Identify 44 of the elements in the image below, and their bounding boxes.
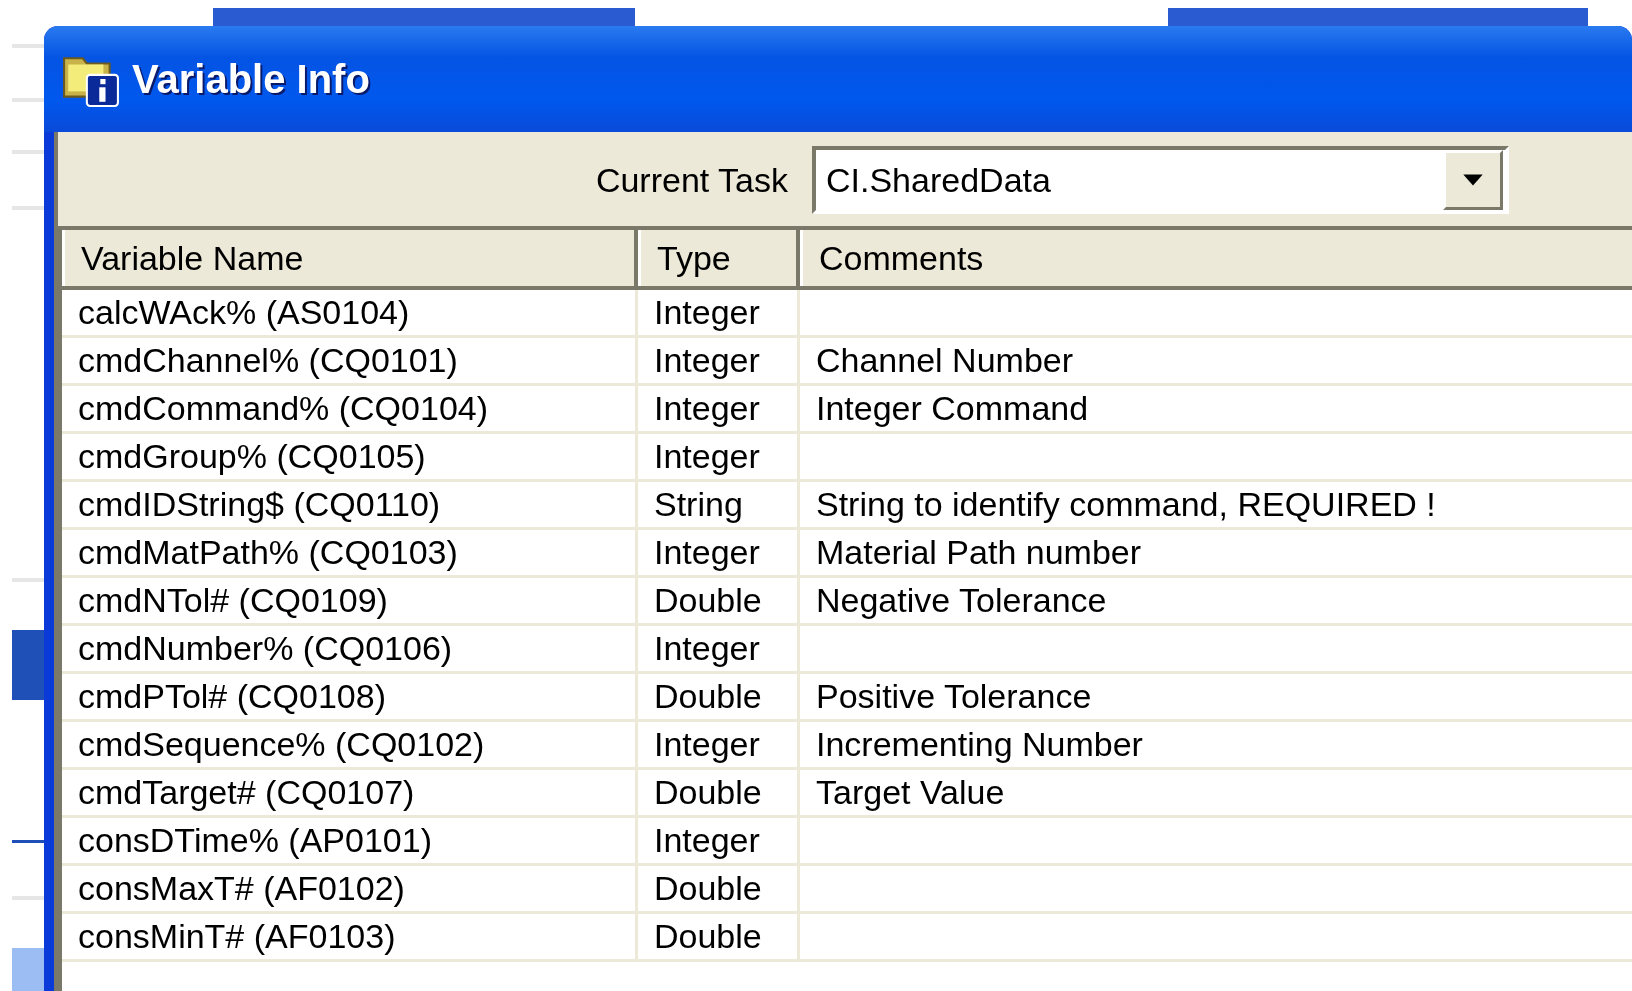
table-cell: Double	[638, 770, 800, 815]
table-cell: Double	[638, 674, 800, 719]
table-cell: Integer	[638, 434, 800, 479]
table-cell: cmdGroup% (CQ0105)	[62, 434, 638, 479]
table-cell-text: Channel Number	[815, 340, 1075, 381]
table-cell-text: Material Path number	[815, 532, 1143, 573]
table-cell-text: String to identify command, REQUIRED !	[815, 484, 1437, 525]
column-header[interactable]: Variable Name	[62, 230, 638, 286]
highlight-bar	[12, 948, 46, 991]
table-cell: String	[638, 482, 800, 527]
table-cell: Double	[638, 578, 800, 623]
table-cell-text: Integer Command	[815, 388, 1090, 429]
column-header[interactable]: Comments	[800, 230, 1632, 286]
current-task-label: Current Task	[595, 160, 788, 200]
table-cell: Integer	[638, 818, 800, 863]
table-cell-text: Negative Tolerance	[815, 580, 1108, 621]
table-cell-text: Target Value	[815, 772, 1006, 813]
table-cell: Double	[638, 914, 800, 959]
table-cell: Integer	[638, 626, 800, 671]
table-cell: cmdTarget# (CQ0107)	[62, 770, 638, 815]
table-cell: Integer	[638, 386, 800, 431]
table-cell: Integer	[638, 722, 800, 767]
table-cell: consDTime% (AP0101)	[62, 818, 638, 863]
column-header[interactable]: Type	[638, 230, 800, 286]
table-cell: Integer	[638, 530, 800, 575]
table-cell-text: Positive Tolerance	[815, 676, 1093, 717]
table-cell: cmdPTol# (CQ0108)	[62, 674, 638, 719]
table-cell: cmdIDString$ (CQ0110)	[62, 482, 638, 527]
table-cell: cmdMatPath% (CQ0103)	[62, 530, 638, 575]
current-task-dropdown[interactable]: CI.SharedData	[812, 146, 1509, 214]
table-cell-text: Incrementing Number	[815, 724, 1144, 765]
table-cell: consMinT# (AF0103)	[62, 914, 638, 959]
table-cell: cmdCommand% (CQ0104)	[62, 386, 638, 431]
table-cell: cmdChannel% (CQ0101)	[62, 338, 638, 383]
table-cell: calcWAck% (AS0104)	[62, 290, 638, 335]
table-cell: cmdSequence% (CQ0102)	[62, 722, 638, 767]
window-title: Variable Info	[132, 56, 370, 102]
table-cell: Integer	[638, 338, 800, 383]
table-cell: cmdNumber% (CQ0106)	[62, 626, 638, 671]
table-cell: consMaxT# (AF0102)	[62, 866, 638, 911]
table-cell: Integer	[638, 290, 800, 335]
table-cell: cmdNTol# (CQ0109)	[62, 578, 638, 623]
highlight-bar	[12, 630, 46, 700]
table-cell: Double	[638, 866, 800, 911]
